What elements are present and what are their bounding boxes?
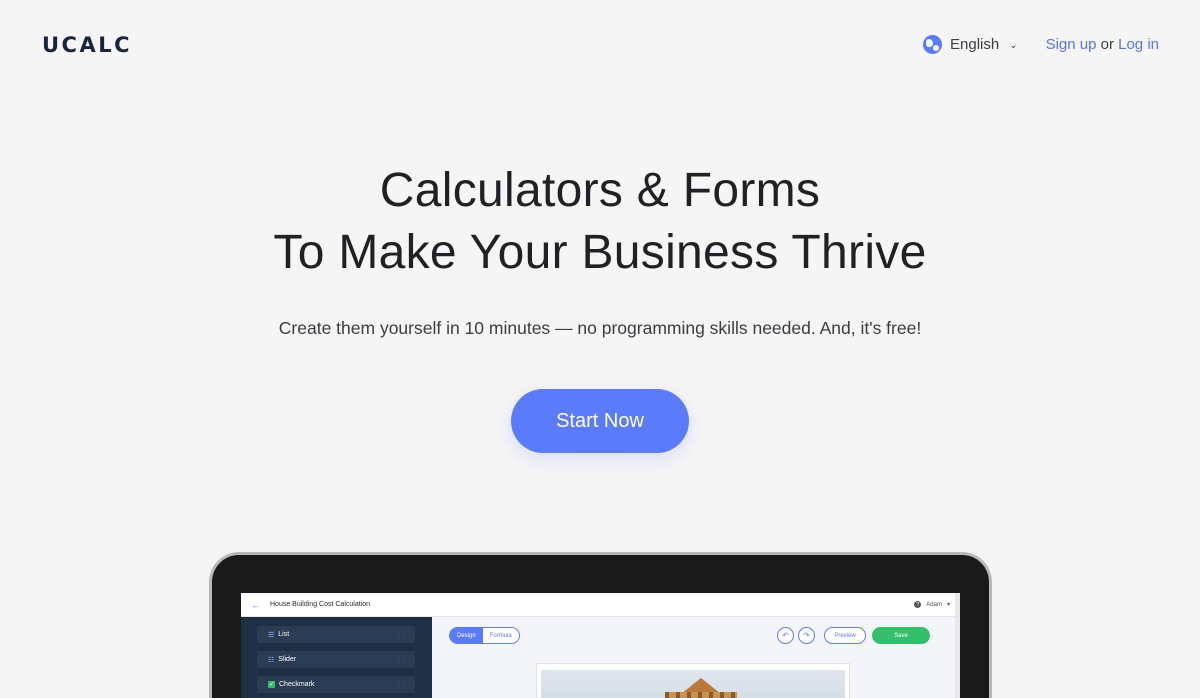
- app-sidebar: ☰ List ⋮⋮ ☷ Slider ⋮⋮ ✓ Checkmark ⋮⋮: [241, 617, 432, 698]
- hero-title-line1: Calculators & Forms: [379, 164, 821, 217]
- checkmark-icon: ✓: [268, 681, 275, 688]
- sidebar-item-checkmark: ✓ Checkmark ⋮⋮: [257, 676, 415, 693]
- sidebar-item-slider: ☷ Slider ⋮⋮: [257, 651, 415, 668]
- sidebar-item-label: Checkmark: [279, 681, 315, 688]
- language-label: English: [950, 36, 1000, 53]
- list-icon: ☰: [268, 631, 275, 639]
- hero-subtitle: Create them yourself in 10 minutes — no …: [278, 318, 922, 338]
- mode-toggle: Design Formula: [449, 627, 520, 644]
- form-canvas: [536, 663, 850, 698]
- drag-handle-icon: ⋮⋮: [395, 681, 408, 689]
- app-page-title: House Building Cost Calculation: [270, 601, 370, 608]
- logo[interactable]: UCALC: [42, 33, 132, 57]
- auth-separator: or: [1100, 36, 1114, 53]
- tab-formula: Formula: [482, 628, 519, 643]
- house-frame: [665, 692, 737, 698]
- login-link[interactable]: Log in: [1118, 36, 1159, 53]
- slider-icon: ☷: [268, 656, 275, 664]
- sidebar-item-label: List: [278, 631, 290, 638]
- start-now-button[interactable]: Start Now: [511, 389, 689, 453]
- sidebar-item-list: ☰ List ⋮⋮: [257, 626, 415, 643]
- app-screenshot: ← House Building Cost Calculation ? Adam…: [241, 593, 960, 698]
- language-selector[interactable]: English ⌄: [923, 35, 1018, 54]
- app-topbar: ← House Building Cost Calculation ? Adam…: [241, 593, 960, 617]
- preview-button: Preview: [824, 627, 866, 644]
- app-workarea: Design Formula ↶ ↷ Preview Save: [432, 617, 960, 698]
- app-user-name: Adam: [926, 601, 942, 608]
- tab-design: Design: [450, 628, 483, 643]
- signup-link[interactable]: Sign up: [1046, 36, 1097, 53]
- caret-down-icon: ▾: [946, 602, 950, 608]
- globe-icon: [923, 35, 942, 54]
- drag-handle-icon: ⋮⋮: [395, 631, 408, 639]
- undo-icon: ↶: [777, 627, 794, 644]
- redo-icon: ↷: [798, 627, 815, 644]
- sidebar-item-label: Slider: [278, 656, 297, 663]
- drag-handle-icon: ⋮⋮: [395, 656, 408, 664]
- app-scrollbar: [955, 593, 960, 698]
- hero-title-line2: To Make Your Business Thrive: [273, 226, 927, 279]
- help-icon: ?: [914, 601, 922, 608]
- save-button: Save: [872, 627, 930, 644]
- house-image: [541, 670, 845, 698]
- hero-title: Calculators & Forms To Make Your Busines…: [0, 160, 1200, 284]
- auth-links: Sign up or Log in: [1046, 36, 1159, 53]
- back-arrow-icon: ←: [251, 599, 260, 610]
- chevron-down-icon: ⌄: [1009, 40, 1018, 51]
- app-user: ? Adam ▾: [914, 601, 950, 608]
